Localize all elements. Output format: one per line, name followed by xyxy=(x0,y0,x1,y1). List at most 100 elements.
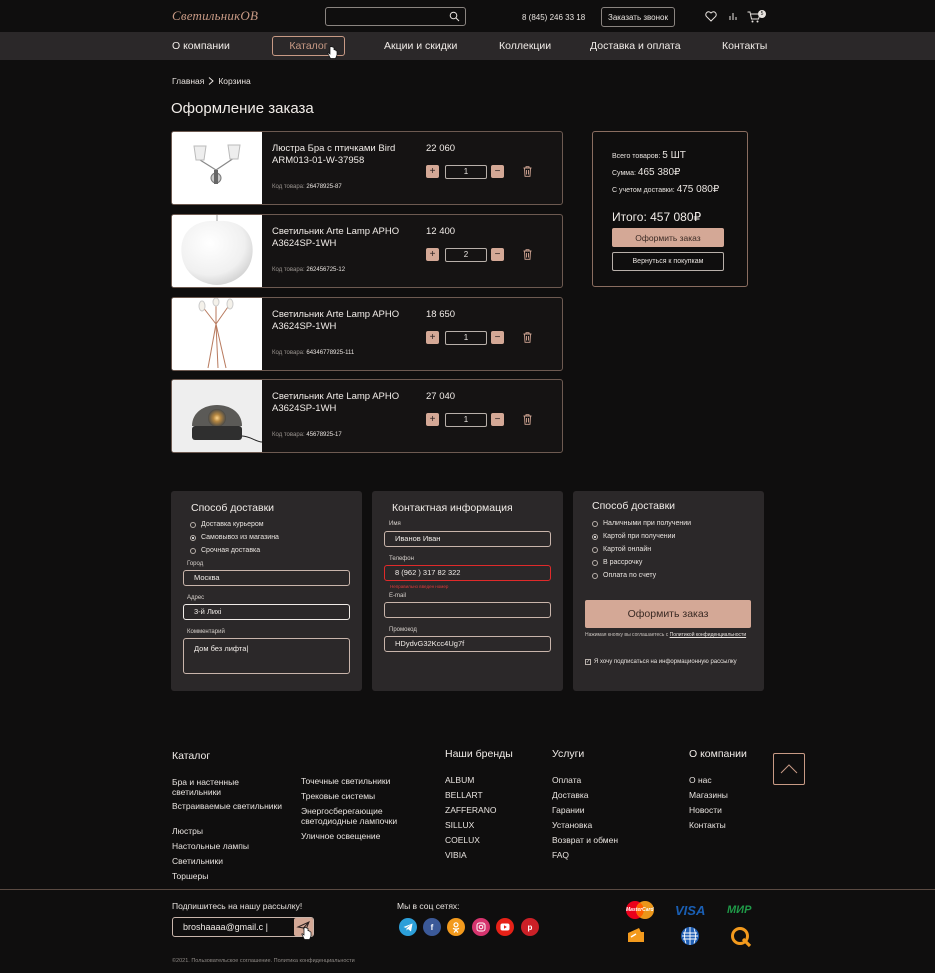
footer-link[interactable]: Уличное освещение xyxy=(301,831,380,841)
nav-collections[interactable]: Коллекции xyxy=(499,40,551,52)
brand-link[interactable]: VIBIA xyxy=(445,850,467,860)
copyright[interactable]: ©2021. Пользовательское соглашение. Поли… xyxy=(172,958,355,964)
search-input[interactable] xyxy=(325,7,466,26)
payment-option-card-on-delivery[interactable]: Картой при получении xyxy=(592,533,675,540)
product-price: 22 060 xyxy=(426,143,456,154)
qty-minus-button[interactable]: − xyxy=(491,331,504,344)
brand-link[interactable]: ZAFFERANO xyxy=(445,805,496,815)
service-link[interactable]: Возврат и обмен xyxy=(552,835,618,845)
nav-about[interactable]: О компании xyxy=(172,40,230,52)
product-name[interactable]: Светильник Arte Lamp APHO A3624SP-1WH xyxy=(272,309,422,333)
service-link[interactable]: Доставка xyxy=(552,790,589,800)
facebook-icon[interactable]: f xyxy=(423,918,441,936)
newsletter-email-input[interactable]: broshaaaa@gmail.c | xyxy=(172,917,314,937)
name-field[interactable]: Иванов Иван xyxy=(384,531,551,547)
youtube-icon[interactable] xyxy=(496,918,514,936)
footer-link[interactable]: Трековые системы xyxy=(301,791,375,801)
email-field[interactable] xyxy=(384,602,551,618)
payment-option-invoice[interactable]: Оплата по счету xyxy=(592,572,656,579)
continue-shopping-button[interactable]: Вернуться к покупкам xyxy=(612,252,724,271)
qty-input[interactable]: 1 xyxy=(445,165,487,179)
trash-icon[interactable] xyxy=(523,166,532,177)
chevron-right-icon xyxy=(208,77,215,85)
brand-link[interactable]: COELUX xyxy=(445,835,480,845)
phone-number[interactable]: 8 (845) 246 33 18 xyxy=(522,13,585,22)
service-link[interactable]: Оплата xyxy=(552,775,581,785)
footer-link[interactable]: Энергосберегающие светодиодные лампочки xyxy=(301,806,419,826)
place-order-button[interactable]: Оформить заказ xyxy=(585,600,751,628)
product-image[interactable] xyxy=(172,132,262,204)
trash-icon[interactable] xyxy=(523,414,532,425)
footer-link[interactable]: Встраиваемые светильники xyxy=(172,801,282,811)
delivery-option-pickup[interactable]: Самовывоз из магазина xyxy=(190,534,279,541)
qty-input[interactable]: 1 xyxy=(445,331,487,345)
address-field[interactable]: 3-й Лихі xyxy=(183,604,350,620)
product-name[interactable]: Светильник Arte Lamp APHO A3624SP-1WH xyxy=(272,391,422,415)
heart-icon[interactable] xyxy=(705,11,717,22)
footer-link[interactable]: Настольные лампы xyxy=(172,841,249,851)
qty-input[interactable]: 1 xyxy=(445,413,487,427)
company-link[interactable]: О нас xyxy=(689,775,712,785)
newsletter-checkbox[interactable]: ✓ Я хочу подписаться на информационную ра… xyxy=(585,659,737,665)
qty-minus-button[interactable]: − xyxy=(491,413,504,426)
footer-link[interactable]: Светильники xyxy=(172,856,223,866)
brand-link[interactable]: BELLART xyxy=(445,790,483,800)
company-link[interactable]: Контакты xyxy=(689,820,726,830)
company-link[interactable]: Новости xyxy=(689,805,722,815)
telegram-icon[interactable] xyxy=(399,918,417,936)
agreement-text: Нажимая кнопку вы соглашаетесь с Политик… xyxy=(585,632,747,638)
footer-link[interactable]: Люстры xyxy=(172,826,203,836)
brand-link[interactable]: SILLUX xyxy=(445,820,474,830)
qty-minus-button[interactable]: − xyxy=(491,165,504,178)
payment-option-card-online[interactable]: Картой онлайн xyxy=(592,546,651,553)
city-field[interactable]: Москва xyxy=(183,570,350,586)
trash-icon[interactable] xyxy=(523,332,532,343)
promo-field[interactable]: HDydvG32Kcc4Ug7f xyxy=(384,636,551,652)
order-summary: Всего товаров: 5 ШТ Сумма: 465 380₽ С уч… xyxy=(592,131,748,287)
delivery-option-express[interactable]: Срочная доставка xyxy=(190,547,260,554)
service-link[interactable]: FAQ xyxy=(552,850,569,860)
qty-input[interactable]: 2 xyxy=(445,248,487,262)
payment-option-installments[interactable]: В рассрочку xyxy=(592,559,642,566)
product-image[interactable] xyxy=(172,215,262,287)
trash-icon[interactable] xyxy=(523,249,532,260)
footer-link[interactable]: Бра и настенные светильники xyxy=(172,777,282,797)
payment-option-cash[interactable]: Наличными при получении xyxy=(592,520,691,527)
pinterest-icon[interactable]: p xyxy=(521,918,539,936)
service-link[interactable]: Гарании xyxy=(552,805,585,815)
footer-link[interactable]: Точечные светильники xyxy=(301,776,390,786)
product-name[interactable]: Люстра Бра с птичками Bird ARM013-01-W-3… xyxy=(272,143,422,167)
odnoklassniki-icon[interactable] xyxy=(447,918,465,936)
product-image[interactable] xyxy=(172,298,262,370)
qty-plus-button[interactable]: + xyxy=(426,331,439,344)
breadcrumb-home[interactable]: Главная xyxy=(172,76,204,86)
product-price: 12 400 xyxy=(426,226,456,237)
nav-delivery[interactable]: Доставка и оплата xyxy=(590,40,681,52)
privacy-policy-link[interactable]: Политикой конфиденциальности xyxy=(670,632,747,638)
company-link[interactable]: Магазины xyxy=(689,790,728,800)
qty-plus-button[interactable]: + xyxy=(426,248,439,261)
nav-contacts[interactable]: Контакты xyxy=(722,40,767,52)
logo[interactable]: СветильникОВ xyxy=(172,8,258,24)
contact-panel: Контактная информация Имя Иванов Иван Те… xyxy=(372,491,563,691)
comment-field[interactable]: Дом без лифта| xyxy=(183,638,350,674)
qty-plus-button[interactable]: + xyxy=(426,165,439,178)
checkmark-icon[interactable]: ✓ xyxy=(585,659,591,665)
delivery-option-courier[interactable]: Доставка курьером xyxy=(190,521,264,528)
phone-field[interactable]: 8 (962 ) 317 82 322 xyxy=(384,565,551,581)
qty-plus-button[interactable]: + xyxy=(426,413,439,426)
qty-minus-button[interactable]: − xyxy=(491,248,504,261)
checkout-button[interactable]: Оформить заказ xyxy=(612,228,724,247)
service-link[interactable]: Установка xyxy=(552,820,592,830)
nav-sales[interactable]: Акции и скидки xyxy=(384,40,457,52)
brand-link[interactable]: ALBUM xyxy=(445,775,474,785)
footer-link[interactable]: Торшеры xyxy=(172,871,208,881)
call-request-button[interactable]: Заказать звонок xyxy=(601,7,675,27)
search-icon[interactable] xyxy=(449,11,460,22)
product-image[interactable] xyxy=(172,380,262,452)
product-name[interactable]: Светильник Arte Lamp APHO A3624SP-1WH xyxy=(272,226,422,250)
compare-icon[interactable] xyxy=(728,11,738,21)
scroll-to-top-button[interactable] xyxy=(773,753,805,785)
payment-title: Способ доставки xyxy=(592,500,676,512)
instagram-icon[interactable] xyxy=(472,918,490,936)
